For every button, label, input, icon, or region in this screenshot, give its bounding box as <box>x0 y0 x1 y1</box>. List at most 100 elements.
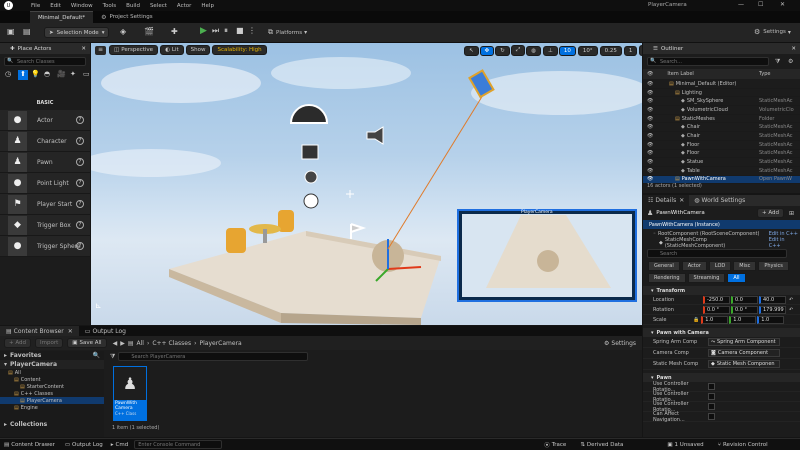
lit-button[interactable]: ◐ Lit <box>160 45 184 55</box>
perspective-button[interactable]: ◫ Perspective <box>109 45 159 55</box>
level-viewport[interactable]: ≡ ◫ Perspective ◐ Lit Show Scalability: … <box>91 43 642 325</box>
eye-icon[interactable]: 👁 <box>647 124 655 130</box>
forward-icon[interactable]: ▶ <box>120 340 125 347</box>
rotate-icon[interactable]: ↻ <box>495 45 510 56</box>
eye-icon[interactable]: 👁 <box>647 98 655 104</box>
basic-icon[interactable]: ⬆ <box>18 70 28 80</box>
spring-arm-dropdown[interactable]: ⤳ Spring Arm Component <box>708 338 780 346</box>
surface-snap-icon[interactable]: ⊥ <box>543 45 558 56</box>
sky-light-icon[interactable] <box>301 144 319 160</box>
rotation-z[interactable]: 179.999 <box>759 305 786 314</box>
outliner-row[interactable]: 👁 ▤ StaticMeshes Folder <box>643 115 800 124</box>
output-log-button[interactable]: ▭ Output Log <box>65 442 103 448</box>
component-static-mesh[interactable]: ◆ StaticMeshComp (StaticMeshComponent) E… <box>643 237 800 249</box>
category-tab[interactable]: Physics <box>758 261 789 271</box>
help-icon[interactable]: ? <box>76 158 84 166</box>
step-icon[interactable]: ⏭ <box>212 26 219 36</box>
static-mesh-comp-dropdown[interactable]: ◆ Static Mesh Componen <box>708 360 780 368</box>
folder-tree-item[interactable]: ▤ C++ Classes <box>0 390 104 397</box>
category-tab[interactable]: Actor <box>681 261 707 271</box>
stop-icon[interactable]: ■ <box>236 26 244 35</box>
help-icon[interactable]: ? <box>76 221 84 229</box>
menu-window[interactable]: Window <box>71 3 93 9</box>
console-input[interactable]: Enter Console Command <box>134 440 223 449</box>
eye-icon[interactable]: 👁 <box>647 142 655 148</box>
actor-item[interactable]: ♟ Character ? <box>0 131 90 152</box>
directional-light-icon[interactable] <box>289 104 329 124</box>
add-component-button[interactable]: + Add <box>756 208 784 218</box>
help-icon[interactable]: ? <box>76 242 84 250</box>
camera-speed-button[interactable]: 1 <box>623 45 638 56</box>
checkbox[interactable] <box>708 393 715 400</box>
location-z[interactable]: 40.0 <box>759 295 786 304</box>
outliner-row[interactable]: 👁 ◆ Floor StaticMeshAc <box>643 141 800 150</box>
pause-icon[interactable]: ⏸ <box>224 26 228 36</box>
hamburger-icon[interactable]: ≡ <box>95 45 106 55</box>
settings-button[interactable]: ⚙ Settings ▾ <box>754 28 791 36</box>
category-tab[interactable]: Rendering <box>648 273 686 283</box>
outliner-row[interactable]: 👁 ◆ VolumetricCloud VolumetricClo <box>643 106 800 115</box>
lights-icon[interactable]: 💡 <box>31 70 41 80</box>
tab-content-browser[interactable]: ▤ Content Browser ✕ <box>0 326 79 336</box>
rotation-x[interactable]: 0.0 ° <box>703 305 730 314</box>
back-icon[interactable]: ◀ <box>113 340 118 347</box>
eye-icon[interactable]: 👁 <box>647 116 655 122</box>
column-type[interactable]: Type <box>759 71 770 77</box>
scalability-button[interactable]: Scalability: High <box>212 45 267 55</box>
import-button[interactable]: Import <box>35 338 64 348</box>
category-tab[interactable]: Streaming <box>687 273 726 283</box>
selection-mode-button[interactable]: ➤ Selection Mode ▾ <box>44 27 110 38</box>
maximize-viewport-icon[interactable]: ⛶ <box>639 45 642 56</box>
folder-tree-item[interactable]: ▤ Content <box>0 376 104 383</box>
search-icon[interactable]: 🔍 <box>93 352 100 359</box>
outliner-row[interactable]: 👁 ◆ Floor StaticMeshAc <box>643 150 800 159</box>
shapes-icon[interactable]: ◓ <box>44 70 54 80</box>
actor-item[interactable]: ◆ Trigger Box ? <box>0 215 90 236</box>
scale-icon[interactable]: ⤢ <box>510 45 526 56</box>
location-x[interactable]: -250.0 <box>703 295 730 304</box>
menu-build[interactable]: Build <box>126 3 140 9</box>
play-icon[interactable]: ▶ <box>200 26 207 36</box>
close-icon[interactable]: ✕ <box>679 197 684 204</box>
menu-help[interactable]: Help <box>201 3 214 9</box>
column-item-label[interactable]: Item Label <box>667 71 693 77</box>
tab-output-log[interactable]: ▭ Output Log <box>79 326 132 336</box>
audio-icon[interactable] <box>366 126 384 145</box>
outliner-row[interactable]: 👁 ◆ Chair StaticMeshAc <box>643 123 800 133</box>
close-icon[interactable]: ✕ <box>791 46 796 52</box>
tab-project-settings[interactable]: ⚙ Project Settings <box>93 11 161 23</box>
eye-icon[interactable]: 👁 <box>647 81 655 87</box>
outliner-row[interactable]: 👁 ▤ Minimal_Default (Editor) <box>643 80 800 89</box>
recent-icon[interactable]: ◷ <box>5 70 15 80</box>
actor-item[interactable]: ⚑ Player Start ? <box>0 194 90 215</box>
menu-select[interactable]: Select <box>150 3 167 9</box>
content-icon[interactable]: ▤ <box>23 27 31 36</box>
tab-world-settings[interactable]: ◍ World Settings <box>689 195 750 206</box>
maximize-icon[interactable]: ☐ <box>758 1 763 8</box>
reset-icon[interactable]: ↶ <box>789 297 793 303</box>
derived-data-button[interactable]: ⇅ Derived Data <box>580 442 623 448</box>
cinematics-icon[interactable]: 🎬 <box>144 27 154 36</box>
rotation-label[interactable]: Rotation <box>643 307 703 313</box>
grid-snap-button[interactable]: 10 <box>558 45 576 56</box>
outliner-row[interactable]: 👁 ◆ Chair StaticMeshAc <box>643 132 800 141</box>
location-y[interactable]: 0.0 <box>731 295 758 304</box>
eye-icon[interactable]: 👁 <box>647 168 655 174</box>
checkbox[interactable] <box>708 413 715 420</box>
filter-icon[interactable]: ⧩ <box>110 353 115 361</box>
menu-edit[interactable]: Edit <box>50 3 61 9</box>
category-tab[interactable]: LOD <box>708 261 732 271</box>
close-icon[interactable]: ✕ <box>81 46 86 52</box>
checkbox[interactable] <box>708 403 715 410</box>
actor-item[interactable]: ● Trigger Sphere ? <box>0 236 90 257</box>
help-icon[interactable]: ? <box>76 137 84 145</box>
tab-details[interactable]: ☷ Details ✕ <box>643 195 690 206</box>
revision-control-button[interactable]: ⑂ Revision Control <box>718 442 768 448</box>
category-tab[interactable]: General <box>648 261 680 271</box>
folder-tree-item[interactable]: ▤ Engine <box>0 404 104 411</box>
project-header[interactable]: ▾ PlayerCamera <box>0 360 104 369</box>
favorites-header[interactable]: ▸ Favorites 🔍 <box>0 351 104 360</box>
checkbox[interactable] <box>708 383 715 390</box>
menu-file[interactable]: File <box>31 3 40 9</box>
add-content-icon[interactable]: ✚ <box>171 27 178 36</box>
